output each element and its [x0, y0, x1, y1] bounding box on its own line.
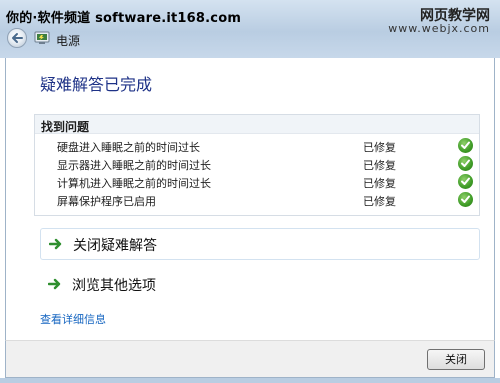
close-troubleshooting-label: 关闭疑难解答 — [73, 238, 157, 254]
window-bottom-border — [0, 378, 500, 383]
issue-description: 计算机进入睡眠之前的时间过长 — [57, 177, 211, 190]
issues-found-panel: 找到问题 硬盘进入睡眠之前的时间过长 已修复 显示器进入睡眠之前的时间过长 已修… — [34, 114, 480, 216]
green-arrow-icon — [49, 238, 62, 250]
issue-description: 显示器进入睡眠之前的时间过长 — [57, 159, 211, 172]
window-title: 电源 — [56, 34, 81, 48]
troubleshooter-content: 疑难解答已完成 找到问题 硬盘进入睡眠之前的时间过长 已修复 显示器进入睡眠之前… — [5, 58, 495, 340]
dialog-footer: 关闭 — [5, 340, 495, 378]
issues-header: 找到问题 — [35, 115, 479, 134]
green-check-icon — [458, 174, 473, 189]
close-button[interactable]: 关闭 — [427, 349, 485, 370]
issue-description: 屏幕保护程序已启用 — [57, 195, 156, 208]
issue-row: 屏幕保护程序已启用 已修复 — [57, 192, 477, 210]
page-title: 疑难解答已完成 — [40, 75, 153, 94]
issue-row: 硬盘进入睡眠之前的时间过长 已修复 — [57, 138, 477, 156]
issue-row: 计算机进入睡眠之前的时间过长 已修复 — [57, 174, 477, 192]
view-details-link[interactable]: 查看详细信息 — [40, 311, 106, 327]
watermark-right-bottom: www.webjx.com — [388, 22, 490, 35]
issue-status: 已修复 — [363, 177, 396, 190]
green-check-icon — [458, 192, 473, 207]
power-options-icon — [34, 31, 50, 44]
browse-other-options[interactable]: 浏览其他选项 — [40, 269, 480, 301]
issue-status: 已修复 — [363, 159, 396, 172]
green-check-icon — [458, 138, 473, 153]
back-arrow-icon — [12, 33, 23, 43]
issue-description: 硬盘进入睡眠之前的时间过长 — [57, 141, 200, 154]
issues-title: 找到问题 — [41, 120, 90, 134]
close-troubleshooting-option[interactable]: 关闭疑难解答 — [40, 228, 480, 260]
issue-status: 已修复 — [363, 141, 396, 154]
issue-status: 已修复 — [363, 195, 396, 208]
issue-row: 显示器进入睡眠之前的时间过长 已修复 — [57, 156, 477, 174]
green-check-icon — [458, 156, 473, 171]
back-button[interactable] — [7, 28, 27, 48]
green-arrow-icon — [48, 278, 61, 290]
browse-other-label: 浏览其他选项 — [72, 278, 156, 294]
window-title-bar: 你的·软件频道 software.it168.com 网页教学网 www.web… — [0, 0, 500, 58]
watermark-left: 你的·软件频道 software.it168.com — [6, 11, 242, 26]
